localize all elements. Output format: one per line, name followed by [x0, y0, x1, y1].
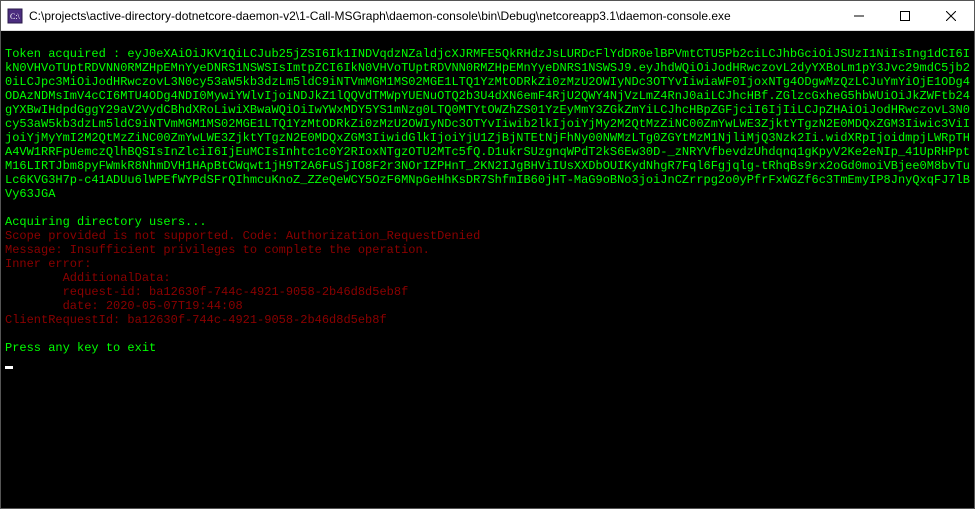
- error-date: date: 2020-05-07T19:44:08: [5, 299, 243, 313]
- maximize-button[interactable]: [882, 1, 928, 30]
- window-title: C:\projects\active-directory-dotnetcore-…: [29, 9, 836, 23]
- error-request-id: request-id: ba12630f-744c-4921-9058-2b46…: [5, 285, 408, 299]
- acquiring-line: Acquiring directory users...: [5, 215, 207, 229]
- cursor: [5, 366, 13, 369]
- window-controls: [836, 1, 974, 30]
- error-client-request-id: ClientRequestId: ba12630f-744c-4921-9058…: [5, 313, 387, 327]
- console-window: C:\ C:\projects\active-directory-dotnetc…: [0, 0, 975, 509]
- token-value: eyJ0eXAiOiJKV1QiLCJub25jZSI6Ik1INDVqdzNZ…: [5, 47, 970, 201]
- titlebar[interactable]: C:\ C:\projects\active-directory-dotnetc…: [1, 1, 974, 31]
- close-button[interactable]: [928, 1, 974, 30]
- token-prefix: Token acquired :: [5, 47, 127, 61]
- console-output[interactable]: Token acquired : eyJ0eXAiOiJKV1QiLCJub25…: [1, 31, 974, 508]
- svg-text:C:\: C:\: [10, 12, 21, 21]
- error-scope: Scope provided is not supported. Code: A…: [5, 229, 480, 243]
- error-additional: AdditionalData:: [5, 271, 171, 285]
- error-inner: Inner error:: [5, 257, 91, 271]
- minimize-button[interactable]: [836, 1, 882, 30]
- token-line: Token acquired : eyJ0eXAiOiJKV1QiLCJub25…: [5, 47, 970, 201]
- error-message: Message: Insufficient privileges to comp…: [5, 243, 430, 257]
- app-icon: C:\: [7, 8, 23, 24]
- press-any-key: Press any key to exit: [5, 341, 156, 355]
